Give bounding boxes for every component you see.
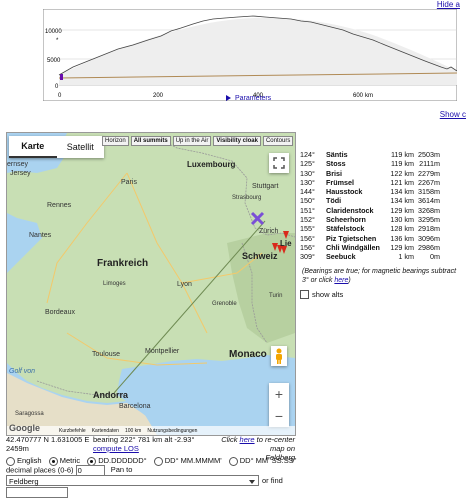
bearing-note: (Bearings are true; for magnetic bearing… bbox=[302, 268, 457, 284]
format-ddmm-label: DD° MM.MMMM' bbox=[164, 456, 222, 465]
fullscreen-button[interactable] bbox=[269, 153, 289, 173]
map[interactable]: ernsey Jersey Luxembourg Stuttgart Paris… bbox=[6, 132, 296, 436]
fullscreen-icon bbox=[273, 157, 285, 169]
visibility-cloak-button[interactable]: Visibility cloak bbox=[213, 136, 261, 146]
map-options-bar: Horizon All summits Up in the Air Visibi… bbox=[102, 136, 294, 146]
list-item[interactable]: 124° Säntis 119 km 2503m bbox=[300, 150, 460, 159]
chevron-down-icon bbox=[249, 480, 255, 484]
elevation-value: 2459m bbox=[6, 444, 29, 453]
list-item[interactable]: 309° Seebuck 1 km 0m bbox=[300, 252, 460, 261]
format-ddmmss-radio[interactable] bbox=[228, 456, 238, 466]
tab-map[interactable]: Karte bbox=[9, 136, 57, 158]
horizon-button[interactable]: Horizon bbox=[102, 136, 129, 146]
list-item[interactable]: 144° Hausstock 134 km 3158m bbox=[300, 187, 460, 196]
show-alts-label: show alts bbox=[312, 290, 344, 299]
map-label-lie: Lie bbox=[280, 239, 292, 248]
map-label-jersey: Jersey bbox=[10, 170, 31, 177]
map-label-barcelona: Barcelona bbox=[119, 403, 151, 410]
map-label-saragossa: Saragossa bbox=[15, 411, 44, 417]
map-label-limoges: Limoges bbox=[103, 281, 126, 287]
map-label-toulouse: Toulouse bbox=[92, 351, 121, 358]
y-tick-5000: 5000 bbox=[47, 58, 61, 64]
expand-triangle-icon bbox=[226, 95, 231, 102]
map-label-nantes: Nantes bbox=[29, 232, 52, 239]
compute-los-link[interactable]: compute LOS bbox=[93, 444, 139, 453]
attrib-terms[interactable]: Nutzungsbedingungen bbox=[147, 428, 197, 434]
zoom-control: + − bbox=[269, 383, 289, 427]
google-logo: Google bbox=[9, 423, 40, 433]
recenter-link[interactable]: here bbox=[240, 435, 255, 444]
parameters-toggle[interactable]: Parameters bbox=[226, 95, 271, 102]
map-type-control: Karte Satellit bbox=[9, 136, 104, 158]
summit-list: 124° Säntis 119 km 2503m 125° Stoss 119 km 211… bbox=[300, 150, 460, 262]
map-label-montpellier: Montpellier bbox=[145, 348, 180, 355]
map-attribution: Kurzbefehle Kartendaten 100 km Nutzungsb… bbox=[7, 426, 295, 435]
map-label-golf: Golf von bbox=[9, 368, 36, 375]
all-summits-button[interactable]: All summits bbox=[130, 136, 171, 146]
metric-label: Metric bbox=[59, 456, 81, 465]
attrib-scale: 100 km bbox=[124, 427, 142, 434]
map-label-luxembourg: Luxembourg bbox=[187, 160, 236, 169]
map-label-frankreich: Frankreich bbox=[97, 258, 149, 269]
or-find-label: or find bbox=[262, 476, 283, 485]
x-tick-200: 200 bbox=[153, 93, 164, 99]
attrib-mapdata[interactable]: Kartendaten bbox=[92, 428, 119, 434]
pegman-icon bbox=[276, 348, 282, 364]
decimal-label: decimal places (0-6) bbox=[6, 465, 74, 475]
show-link[interactable]: Show c bbox=[440, 110, 466, 119]
coords-value: 42.470777 N 1.631005 E bbox=[6, 435, 90, 444]
map-label-monaco: Monaco bbox=[229, 349, 267, 360]
x-unit: km bbox=[365, 93, 373, 99]
format-ddmm-radio[interactable] bbox=[153, 456, 163, 466]
map-label-paris: Paris bbox=[121, 179, 137, 186]
map-label-grenoble: Grenoble bbox=[212, 301, 237, 307]
hide-link[interactable]: Hide a bbox=[437, 0, 460, 9]
bearing-value: bearing 222° 781 km alt -2.93° bbox=[93, 435, 195, 444]
list-item[interactable]: 156° Chli Windgällen 129 km 2986m bbox=[300, 243, 460, 252]
find-input[interactable] bbox=[6, 487, 68, 498]
show-alts-checkbox[interactable] bbox=[300, 290, 309, 299]
zoom-in-button[interactable]: + bbox=[269, 383, 289, 405]
tab-satellite[interactable]: Satellit bbox=[57, 136, 105, 158]
list-item[interactable]: 125° Stoss 119 km 2111m bbox=[300, 159, 460, 168]
street-view-pegman[interactable] bbox=[271, 346, 287, 366]
contours-button[interactable]: Contours bbox=[262, 136, 294, 146]
format-dd-label: DD.DDDDDD° bbox=[98, 456, 147, 465]
bearing-readout: bearing 222° 781 km alt -2.93° compute L… bbox=[93, 435, 194, 453]
pan-to-label: Pan to bbox=[110, 465, 133, 475]
elevation-profile-chart: 10000 5000 0 * 0 200 400 600 km bbox=[43, 9, 457, 101]
map-label-andorra: Andorra bbox=[93, 390, 129, 400]
x-tick-600: 600 bbox=[353, 93, 364, 99]
up-in-the-air-button[interactable]: Up in the Air bbox=[172, 136, 212, 146]
list-item[interactable]: 155° Stäfelstock 128 km 2918m bbox=[300, 224, 460, 233]
pan-to-selected: Feldberg bbox=[9, 477, 39, 486]
attrib-shortcuts[interactable]: Kurzbefehle bbox=[59, 428, 86, 434]
map-label-rennes: Rennes bbox=[47, 202, 72, 209]
map-label-bordeaux: Bordeaux bbox=[45, 309, 75, 316]
format-ddmmss-label: DD° MM' SS.SS" bbox=[239, 456, 297, 465]
y-tick-10000: 10000 bbox=[45, 29, 62, 35]
list-item[interactable]: 156° Piz Tgietschen 136 km 3096m bbox=[300, 234, 460, 243]
map-label-strasbourg: Strasbourg bbox=[232, 195, 262, 201]
list-item[interactable]: 150° Tödi 134 km 3614m bbox=[300, 196, 460, 205]
list-item[interactable]: 151° Claridenstock 129 km 3268m bbox=[300, 206, 460, 215]
map-label-stuttgart: Stuttgart bbox=[252, 183, 279, 190]
map-canvas bbox=[7, 133, 295, 435]
list-item[interactable]: 152° Scheerhorn 130 km 3295m bbox=[300, 215, 460, 224]
english-label: English bbox=[17, 456, 42, 465]
list-item[interactable]: 130° Brisi 122 km 2279m bbox=[300, 169, 460, 178]
map-label-schweiz: Schweiz bbox=[242, 251, 278, 261]
map-label-lyon: Lyon bbox=[177, 281, 192, 288]
map-label-guernsey: ernsey bbox=[7, 161, 29, 168]
observer-marker bbox=[60, 74, 63, 80]
magnetic-link[interactable]: here bbox=[334, 277, 348, 284]
show-alts-toggle[interactable]: show alts bbox=[300, 290, 343, 299]
coords-readout: 42.470777 N 1.631005 E 2459m bbox=[6, 435, 89, 453]
zoom-out-button[interactable]: − bbox=[269, 405, 289, 427]
map-label-turin: Turin bbox=[269, 293, 283, 299]
map-label-zurich: Zürich bbox=[259, 228, 279, 235]
parameters-label: Parameters bbox=[235, 95, 272, 102]
list-item[interactable]: 130° Frümsel 121 km 2267m bbox=[300, 178, 460, 187]
pan-to-select[interactable]: Feldberg bbox=[6, 475, 259, 486]
